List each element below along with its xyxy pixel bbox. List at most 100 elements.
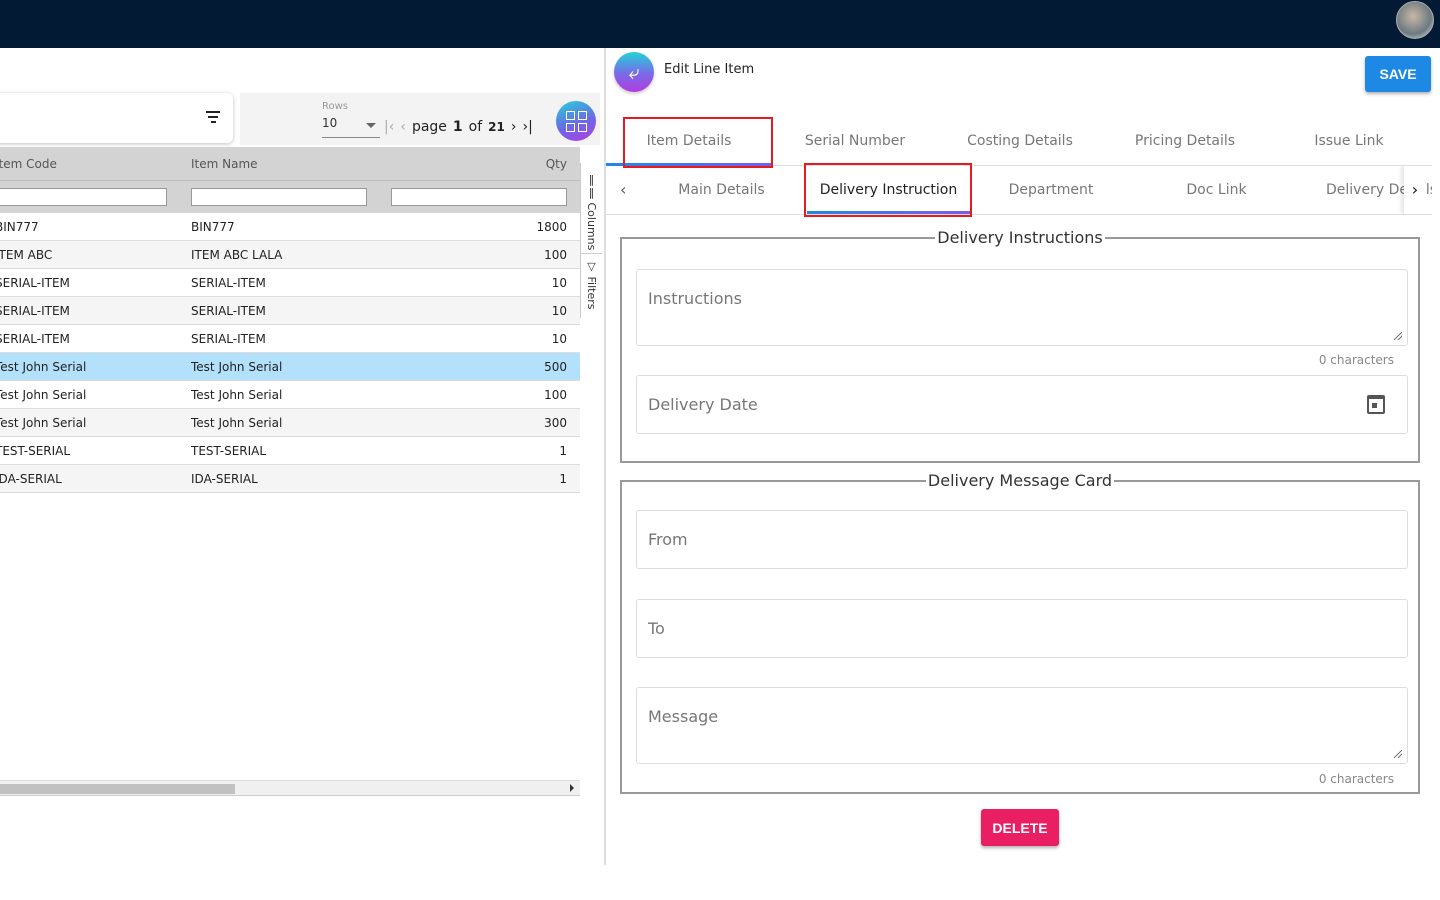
grid-side-bar: ‖‖ Columns ▽ Filters [580,163,602,318]
cell-code: TEST-SERIAL [0,444,71,458]
first-page-icon[interactable]: |‹ [384,119,394,135]
cell-qty: 100 [544,388,567,402]
cell-name: Test John Serial [191,416,283,430]
page-word: page [411,119,447,135]
cell-code: IDA-SERIAL [0,472,62,486]
tab-issue-link[interactable]: Issue Link [1266,118,1432,166]
cell-name: SERIAL-ITEM [191,276,266,290]
chevron-left-icon[interactable]: ‹ [620,166,626,214]
to-placeholder: To [648,619,665,638]
section-title: Delivery Message Card [927,471,1113,490]
cell-name: IDA-SERIAL [191,472,258,486]
cell-qty: 10 [551,332,567,346]
top-bar [0,0,1440,48]
next-page-icon[interactable]: › [511,119,517,135]
rows-value: 10 [322,116,338,130]
last-page-icon[interactable]: ›| [522,119,532,135]
cell-code: SERIAL-ITEM [0,304,70,318]
column-header-item-code[interactable]: Item Code [0,157,57,171]
from-placeholder: From [648,530,688,549]
items-table: Item Code Item Name Qty BIN777 BIN777 1800… [0,147,580,797]
horizontal-scrollbar[interactable] [0,780,580,796]
table-row[interactable]: ITEM ABC ITEM ABC LALA 100 [0,241,580,269]
instructions-textarea[interactable]: Instructions [636,269,1408,346]
qty-filter-input[interactable] [391,188,567,206]
delivery-instructions-section: Delivery Instructions Instructions 0 cha… [620,228,1420,463]
table-header: Item Code Item Name Qty [0,147,580,180]
caret-down-icon [366,123,376,128]
scroll-right-icon[interactable] [570,784,574,792]
cell-name: ITEM ABC LALA [191,248,283,262]
cell-qty: 10 [551,276,567,290]
user-avatar[interactable] [1396,1,1434,39]
table-row[interactable]: BIN777 BIN777 1800 [0,213,580,241]
highlight-box [623,117,773,168]
cell-name: Test John Serial [191,360,283,374]
resize-handle-icon[interactable] [1394,750,1402,758]
tab-doc-link[interactable]: Doc Link [1134,166,1299,214]
search-box[interactable] [0,93,233,143]
tab-serial-number[interactable]: Serial Number [772,118,938,166]
cell-qty: 10 [551,304,567,318]
delete-button[interactable]: DELETE [981,809,1059,846]
tab-pricing-details[interactable]: Pricing Details [1102,118,1268,166]
tab-costing-details[interactable]: Costing Details [937,118,1103,166]
from-input[interactable]: From [636,510,1408,569]
cell-code: SERIAL-ITEM [0,332,70,346]
message-textarea[interactable]: Message [636,687,1408,764]
save-button[interactable]: SAVE [1365,56,1431,92]
delivery-message-card-section: Delivery Message Card From To Message 0 … [620,471,1420,794]
cell-name: SERIAL-ITEM [191,304,266,318]
table-row[interactable]: IDA-SERIAL IDA-SERIAL 1 [0,465,580,493]
grid-view-button[interactable] [556,101,596,141]
delivery-date-input[interactable]: Delivery Date [636,375,1408,434]
table-row[interactable]: TEST-SERIAL TEST-SERIAL 1 [0,437,580,465]
cell-code: Test John Serial [0,416,87,430]
total-pages: 21 [488,120,505,134]
cell-code: BIN777 [0,220,39,234]
table-row[interactable]: SERIAL-ITEM SERIAL-ITEM 10 [0,297,580,325]
scrollbar-thumb[interactable] [0,784,235,794]
highlight-box [804,163,972,217]
table-row[interactable]: Test John Serial Test John Serial 300 [0,409,580,437]
instructions-placeholder: Instructions [648,289,742,308]
table-row[interactable]: SERIAL-ITEM SERIAL-ITEM 10 [0,325,580,353]
line-items-panel: Rows 10 |‹ ‹ page 1 of 21 › ›| Item Code… [0,48,604,865]
rows-per-page-select[interactable]: 10 [322,116,380,138]
pagination: |‹ ‹ page 1 of 21 › ›| [384,119,533,135]
table-row[interactable]: Test John Serial Test John Serial 100 [0,381,580,409]
column-header-item-name[interactable]: Item Name [191,157,258,171]
message-placeholder: Message [648,707,719,726]
current-page: 1 [452,119,463,135]
cell-qty: 1 [559,472,567,486]
of-word: of [468,119,483,135]
filter-icon[interactable] [205,111,221,126]
chevron-right-icon[interactable]: › [1404,166,1426,214]
delivery-date-placeholder: Delivery Date [648,395,758,414]
columns-panel-toggle[interactable]: ‖‖ Columns [585,173,598,250]
cell-qty: 1800 [536,220,567,234]
cell-code: SERIAL-ITEM [0,276,70,290]
table-body: BIN777 BIN777 1800 ITEM ABC ITEM ABC LALA 100… [0,213,580,493]
table-row[interactable]: SERIAL-ITEM SERIAL-ITEM 10 [0,269,580,297]
filter-row [0,180,580,213]
resize-handle-icon[interactable] [1394,332,1402,340]
cell-qty: 500 [544,360,567,374]
back-button[interactable]: ⤶ [614,52,654,92]
filters-panel-toggle[interactable]: ▽ Filters [585,260,598,309]
calendar-icon[interactable] [1367,395,1385,414]
cell-name: Test John Serial [191,388,283,402]
item-code-filter-input[interactable] [0,188,167,206]
cell-name: BIN777 [191,220,235,234]
column-header-qty[interactable]: Qty [546,157,567,171]
prev-page-icon[interactable]: ‹ [400,119,406,135]
tab-department[interactable]: Department [970,166,1132,214]
table-row[interactable]: Test John Serial Test John Serial 500 [0,353,580,381]
item-name-filter-input[interactable] [191,188,367,206]
page-title: Edit Line Item [664,62,755,77]
tab-main-details[interactable]: Main Details [639,166,804,214]
cell-qty: 1 [559,444,567,458]
cell-code: Test John Serial [0,388,87,402]
to-input[interactable]: To [636,599,1408,658]
cell-code: ITEM ABC [0,248,53,262]
